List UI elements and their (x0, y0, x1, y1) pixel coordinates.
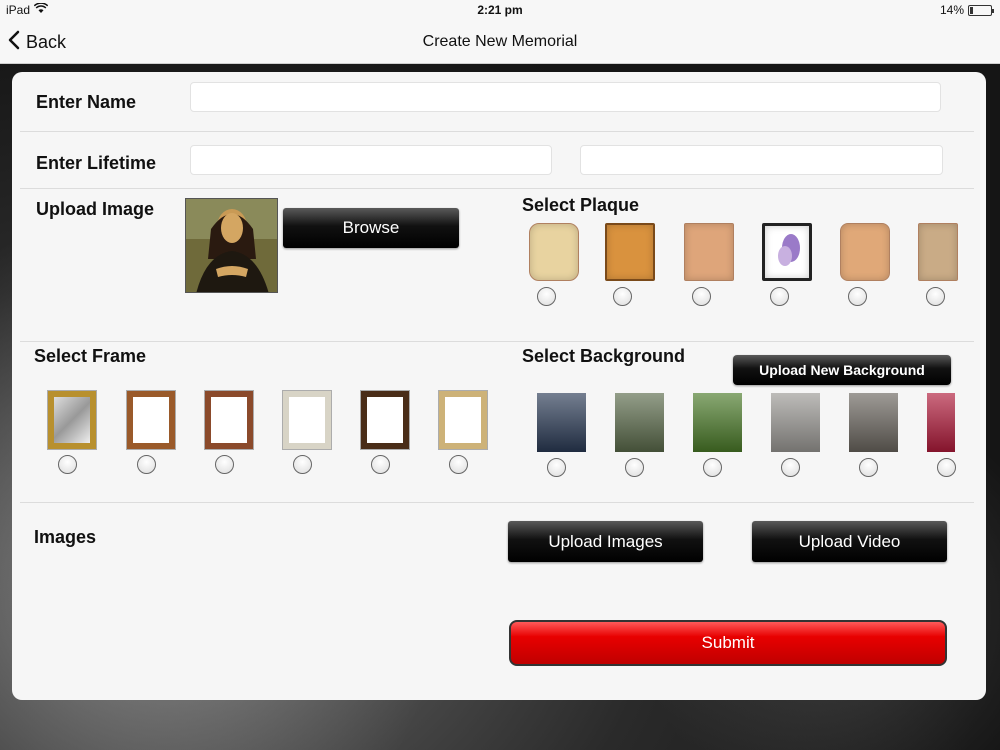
red-flowers-background[interactable] (927, 393, 955, 452)
lifetime-start-input[interactable] (190, 145, 552, 175)
background-radio[interactable] (937, 458, 956, 477)
name-label: Enter Name (36, 92, 137, 112)
orange-wood-plaque[interactable] (605, 223, 655, 281)
submit-button[interactable]: Submit (509, 620, 947, 666)
divider (20, 502, 974, 503)
octagon-wood-plaque[interactable] (840, 223, 890, 281)
plaque-radio[interactable] (770, 287, 789, 306)
select-plaque-label: Select Plaque (522, 195, 640, 215)
name-input[interactable] (190, 82, 941, 112)
battery-fill (970, 6, 973, 14)
ruins-background[interactable] (615, 393, 664, 452)
lifetime-end-input[interactable] (580, 145, 943, 175)
status-right: 14% (939, 3, 994, 17)
green-field-background[interactable] (693, 393, 742, 452)
images-label: Images (34, 527, 97, 547)
ornate-copper-frame[interactable] (127, 391, 175, 449)
background-radio[interactable] (859, 458, 878, 477)
dark-wood-frame[interactable] (361, 391, 409, 449)
upload-images-button[interactable]: Upload Images (508, 521, 703, 562)
lifetime-label: Enter Lifetime (36, 153, 157, 173)
floral-frame[interactable] (283, 391, 331, 449)
select-background-label: Select Background (522, 346, 686, 366)
upload-image-label: Upload Image (36, 199, 155, 219)
divider (20, 131, 974, 132)
browse-button[interactable]: Browse (283, 208, 459, 248)
frame-radio[interactable] (449, 455, 468, 474)
background-radio[interactable] (625, 458, 644, 477)
plaque-radio[interactable] (537, 287, 556, 306)
upload-new-background-button[interactable]: Upload New Background (733, 355, 951, 385)
gilded-frame[interactable] (439, 391, 487, 449)
misty-figures-background[interactable] (537, 393, 586, 452)
memorial-form-card: Enter Name Enter Lifetime Upload Image B… (12, 72, 986, 700)
cream-scroll-plaque[interactable] (529, 223, 579, 281)
nav-bar: Back Create New Memorial (0, 20, 1000, 64)
gold-mirror-frame[interactable] (48, 391, 96, 449)
uploaded-portrait-image (185, 198, 278, 293)
background-radio[interactable] (703, 458, 722, 477)
background-radio[interactable] (781, 458, 800, 477)
background-radio[interactable] (547, 458, 566, 477)
light-wood-plaque[interactable] (684, 223, 734, 281)
frame-radio[interactable] (293, 455, 312, 474)
plaque-radio[interactable] (926, 287, 945, 306)
stone-alley-background[interactable] (849, 393, 898, 452)
divider (20, 188, 974, 189)
select-frame-label: Select Frame (34, 346, 147, 366)
status-bar: iPad 2:21 pm 14% (0, 0, 1000, 20)
plaque-radio[interactable] (692, 287, 711, 306)
frame-radio[interactable] (371, 455, 390, 474)
frame-radio[interactable] (58, 455, 77, 474)
frame-radio[interactable] (137, 455, 156, 474)
flower-plaque[interactable] (762, 223, 812, 281)
frame-radio[interactable] (215, 455, 234, 474)
battery-percent: 14% (939, 3, 964, 17)
plaque-radio[interactable] (613, 287, 632, 306)
sand-plaque[interactable] (918, 223, 958, 281)
status-time: 2:21 pm (477, 3, 523, 17)
brown-wood-frame[interactable] (205, 391, 253, 449)
stone-stairs-background[interactable] (771, 393, 820, 452)
divider (20, 341, 974, 342)
battery-icon (968, 4, 994, 16)
plaque-radio[interactable] (848, 287, 867, 306)
upload-video-button[interactable]: Upload Video (752, 521, 947, 562)
page-title: Create New Memorial (422, 33, 578, 50)
